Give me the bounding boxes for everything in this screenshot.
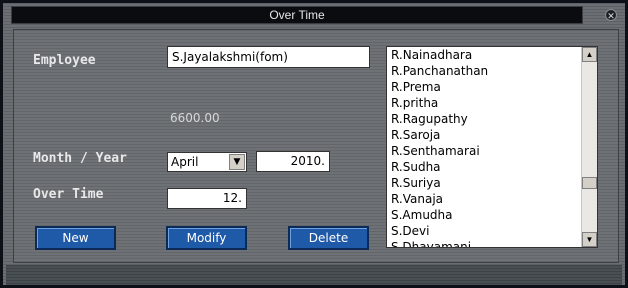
list-item[interactable]: R.Saroja [388,127,580,143]
list-item[interactable]: R.Prema [388,79,580,95]
list-item[interactable]: R.Sudha [388,159,580,175]
title-bar: Over Time [11,6,583,24]
list-item[interactable]: R.Vanaja [388,191,580,207]
overtime-label: Over Time [33,187,104,202]
list-item[interactable]: S.Devi [388,223,580,239]
status-band [6,265,622,285]
salary-value: 6600.00 [170,111,220,125]
scrollbar-thumb[interactable] [582,177,597,189]
list-item[interactable]: R.pritha [388,95,580,111]
employee-field[interactable]: S.Jayalakshmi(fom) [167,46,370,68]
employee-listbox[interactable]: R.Nainadhara R.Panchanathan R.Prema R.prith… [386,46,598,248]
year-field[interactable]: 2010. [256,151,330,172]
list-item[interactable]: R.Panchanathan [388,63,580,79]
modify-button[interactable]: Modify [166,226,247,250]
list-item[interactable]: S.Dhavamani [388,239,580,247]
month-year-label: Month / Year [33,151,127,166]
delete-button[interactable]: Delete [288,226,369,250]
list-item[interactable]: R.Suriya [388,175,580,191]
arrow-up-icon[interactable]: ▲ [582,47,597,62]
window-title: Over Time [269,8,325,22]
arrow-down-icon[interactable]: ▼ [582,232,597,247]
list-scrollbar[interactable]: ▲ ▼ [581,47,597,247]
close-icon[interactable]: ✕ [605,9,617,21]
month-select-value: April [171,155,199,169]
list-item[interactable]: R.Senthamarai [388,143,580,159]
list-item[interactable]: S.Amudha [388,207,580,223]
new-button[interactable]: New [35,226,116,250]
list-item[interactable]: R.Ragupathy [388,111,580,127]
month-select[interactable]: April ▼ [167,152,247,172]
chevron-down-icon[interactable]: ▼ [229,154,245,170]
employee-list: R.Nainadhara R.Panchanathan R.Prema R.prith… [388,47,580,247]
overtime-window: Over Time ✕ Employee S.Jayalakshmi(fom) … [0,0,628,288]
overtime-field[interactable]: 12. [167,188,247,209]
employee-label: Employee [33,53,96,68]
list-item[interactable]: R.Nainadhara [388,47,580,63]
